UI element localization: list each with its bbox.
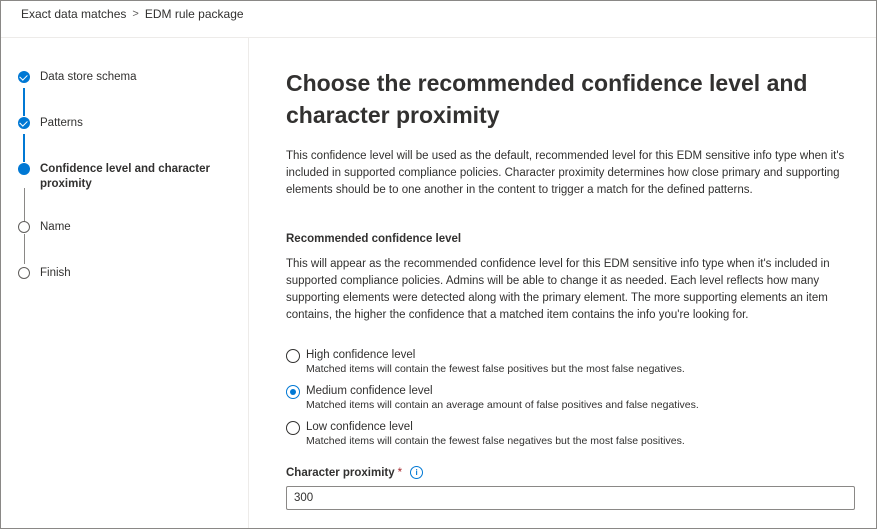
step-label: Data store schema xyxy=(40,71,137,83)
step-confidence-level[interactable]: Confidence level and character proximity xyxy=(18,162,210,192)
breadcrumb-separator: > xyxy=(132,8,139,20)
radio-button-selected[interactable] xyxy=(286,385,300,399)
step-data-store-schema[interactable]: Data store schema xyxy=(18,70,210,85)
step-patterns[interactable]: Patterns xyxy=(18,116,210,131)
radio-description: Matched items will contain the fewest fa… xyxy=(306,363,685,375)
radio-title: High confidence level xyxy=(306,349,416,361)
radio-button[interactable] xyxy=(286,421,300,435)
radio-description: Matched items will contain an average am… xyxy=(306,399,699,411)
step-label: Confidence level and character proximity xyxy=(40,163,211,190)
radio-medium-confidence[interactable]: Medium confidence level Matched items wi… xyxy=(286,384,699,412)
radio-title: Medium confidence level xyxy=(306,385,433,397)
character-proximity-input[interactable] xyxy=(286,486,855,510)
step-label: Name xyxy=(40,221,71,233)
field-label-text: Character proximity xyxy=(286,466,395,479)
radio-button[interactable] xyxy=(286,349,300,363)
radio-high-confidence[interactable]: High confidence level Matched items will… xyxy=(286,348,685,376)
step-label: Patterns xyxy=(40,117,83,129)
step-name[interactable]: Name xyxy=(18,220,210,235)
confidence-description: This will appear as the recommended conf… xyxy=(286,258,830,321)
confidence-heading: Recommended confidence level xyxy=(286,233,462,245)
required-marker: * xyxy=(397,466,403,479)
radio-title: Low confidence level xyxy=(306,421,413,433)
breadcrumb-item-edm-rule-package: EDM rule package xyxy=(144,7,244,21)
step-connector xyxy=(24,234,25,264)
character-proximity-label: Character proximity * i xyxy=(286,466,424,479)
intro-text: This confidence level will be used as th… xyxy=(286,150,845,196)
page-title: Choose the recommended confidence level … xyxy=(286,70,808,128)
step-connector xyxy=(24,188,25,222)
breadcrumb: Exact data matches > EDM rule package xyxy=(21,7,244,21)
step-connector xyxy=(23,134,25,162)
checkmark-icon xyxy=(18,71,30,83)
radio-description: Matched items will contain the fewest fa… xyxy=(306,435,685,447)
info-icon[interactable]: i xyxy=(410,466,424,479)
step-finish[interactable]: Finish xyxy=(18,266,210,281)
breadcrumb-item-exact-data-matches[interactable]: Exact data matches xyxy=(21,7,126,21)
current-step-icon xyxy=(18,163,30,175)
checkmark-icon xyxy=(18,117,30,129)
wizard-steps-sidebar: Data store schema Patterns Confidence le… xyxy=(1,38,249,528)
pending-step-icon xyxy=(18,267,30,279)
step-label: Finish xyxy=(40,267,71,279)
radio-low-confidence[interactable]: Low confidence level Matched items will … xyxy=(286,420,685,448)
pending-step-icon xyxy=(18,221,30,233)
step-connector xyxy=(23,88,25,116)
